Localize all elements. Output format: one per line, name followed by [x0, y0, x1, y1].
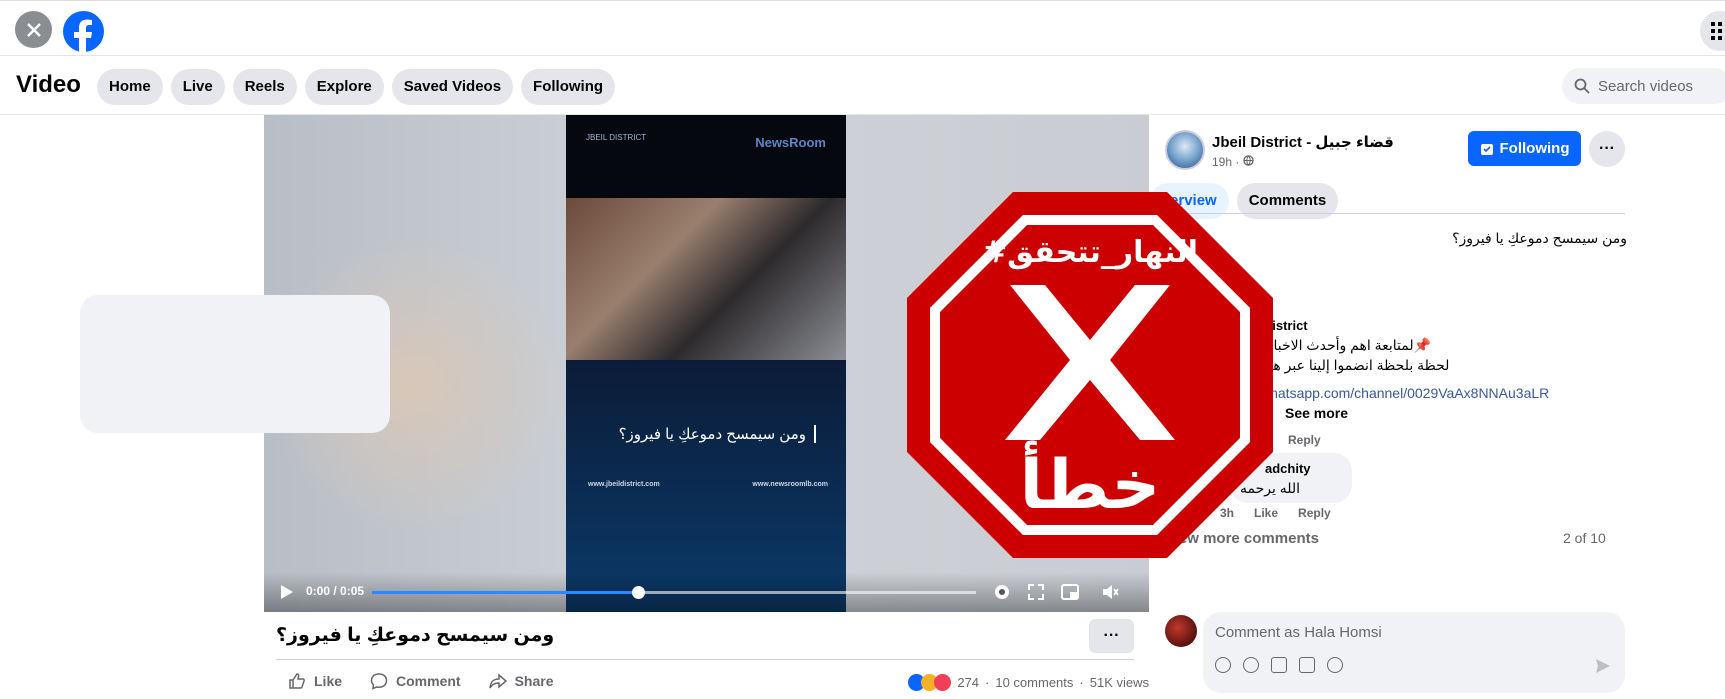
page-more-button[interactable]: ··· — [1589, 131, 1625, 167]
post-stats: 274 · 10 comments · 51K views — [908, 674, 1149, 691]
tab-following[interactable]: Following — [521, 69, 616, 105]
page-title: Video — [16, 71, 81, 98]
close-icon — [26, 22, 41, 37]
stamp-verdict: خطأ — [1020, 440, 1161, 525]
settings-icon[interactable] — [992, 582, 1012, 602]
comment-button[interactable]: Comment — [370, 672, 461, 690]
following-label: Following — [1499, 140, 1570, 157]
tab-home[interactable]: Home — [97, 69, 163, 105]
facebook-icon — [74, 19, 92, 52]
dot-separator: · — [1079, 675, 1084, 690]
comments-count[interactable]: 10 comments — [995, 675, 1073, 690]
frame-url-right: www.newsroomlb.com — [752, 481, 828, 488]
emoji-icon[interactable] — [1243, 657, 1259, 673]
tab-live[interactable]: Live — [170, 69, 225, 105]
nav-pills: Home Live Reels Explore Saved Videos Fol… — [97, 69, 616, 105]
views-count: 51K views — [1089, 675, 1149, 690]
video-photo — [566, 198, 846, 360]
progress-fill — [372, 591, 638, 594]
reply-link[interactable]: Reply — [1298, 506, 1331, 520]
see-more-link[interactable]: See more — [1285, 405, 1348, 421]
comment-input[interactable]: Comment as Hala Homsi — [1203, 612, 1625, 693]
grid-menu-icon — [1711, 22, 1722, 40]
post-time[interactable]: 19h · — [1212, 155, 1239, 169]
avatar[interactable] — [1165, 615, 1197, 647]
expand-icon[interactable] — [1026, 582, 1046, 602]
like-label: Like — [314, 673, 343, 689]
comment-link[interactable]: whatsapp.com/channel/0029VaAx8NNAu3aLR — [1260, 385, 1549, 401]
facebook-logo[interactable] — [63, 11, 104, 52]
page-name[interactable]: Jbeil District - قضاء جبيل — [1212, 133, 1394, 151]
side-caption: ومن سيمسح دموعكِ يا فيروز؟ — [1452, 230, 1627, 246]
search-icon — [1574, 78, 1590, 94]
post-caption: ومن سيمسح دموعكِ يا فيروز؟ — [276, 625, 555, 646]
progress-handle[interactable] — [631, 586, 645, 599]
stamp-hashtag: #النهار_تتحقق — [982, 235, 1198, 270]
sticker-icon[interactable] — [1327, 657, 1343, 673]
globe-icon — [1242, 155, 1254, 166]
top-bar — [0, 0, 1725, 56]
share-button[interactable]: Share — [488, 672, 554, 690]
reply-link[interactable]: Reply — [1288, 433, 1321, 447]
comment-label: Comment — [396, 673, 461, 689]
comment-bubble — [80, 295, 390, 433]
jbeil-logo: JBEIL DISTRICT — [586, 133, 647, 142]
comment-placeholder: Comment as Hala Homsi — [1215, 624, 1382, 641]
following-icon — [1480, 143, 1493, 155]
tab-saved-videos[interactable]: Saved Videos — [391, 69, 514, 105]
post-meta: 19h · — [1212, 155, 1254, 169]
tab-reels[interactable]: Reels — [232, 69, 297, 105]
fact-check-stamp: #النهار_تتحقق خطأ — [907, 192, 1273, 558]
share-icon — [488, 673, 507, 689]
close-button[interactable] — [15, 11, 52, 48]
volume-icon[interactable] — [1100, 582, 1120, 602]
video-nav-bar: Video Home Live Reels Explore Saved Vide… — [0, 57, 1725, 115]
gif-icon[interactable] — [1299, 657, 1315, 673]
camera-icon[interactable] — [1271, 657, 1287, 673]
search-input[interactable]: Search videos — [1562, 68, 1725, 104]
comment-count: 2 of 10 — [1563, 530, 1606, 546]
post-footer: ومن سيمسح دموعكِ يا فيروز؟ ··· Like Comm… — [264, 612, 1149, 699]
post-actions: Like Comment Share — [288, 672, 554, 690]
pip-icon[interactable] — [1060, 582, 1080, 602]
newsroom-logo: NewsRoom — [755, 135, 826, 150]
thumbs-up-icon — [289, 673, 305, 689]
comment-icon — [370, 673, 388, 690]
reactions-count[interactable]: 274 — [957, 675, 979, 690]
following-button[interactable]: Following — [1468, 131, 1581, 166]
search-placeholder: Search videos — [1598, 77, 1694, 95]
play-icon[interactable] — [276, 582, 296, 602]
tab-explore[interactable]: Explore — [304, 69, 384, 105]
send-icon[interactable] — [1595, 658, 1611, 674]
post-more-button[interactable]: ··· — [1089, 619, 1134, 653]
love-reaction-icon — [934, 674, 952, 691]
menu-button[interactable] — [1700, 11, 1725, 51]
video-controls: 0:00 / 0:05 — [264, 572, 1149, 612]
progress-track[interactable] — [372, 586, 976, 599]
frame-url-left: www.jbeildistrict.com — [588, 481, 660, 488]
avatar-sticker-icon[interactable] — [1215, 657, 1231, 673]
frame-caption: ومن سيمسح دموعكِ يا فيروز؟ — [619, 425, 816, 443]
divider — [276, 659, 1134, 660]
dot-separator: · — [985, 675, 990, 690]
time-readout: 0:00 / 0:05 — [306, 584, 365, 598]
comment-tools — [1215, 657, 1343, 673]
video-frame[interactable]: JBEIL DISTRICT NewsRoom ومن سيمسح دموعكِ… — [566, 115, 846, 612]
avatar[interactable] — [1165, 130, 1205, 170]
like-button[interactable]: Like — [288, 672, 342, 690]
frame-header: JBEIL DISTRICT NewsRoom — [566, 115, 846, 198]
share-label: Share — [514, 673, 554, 689]
